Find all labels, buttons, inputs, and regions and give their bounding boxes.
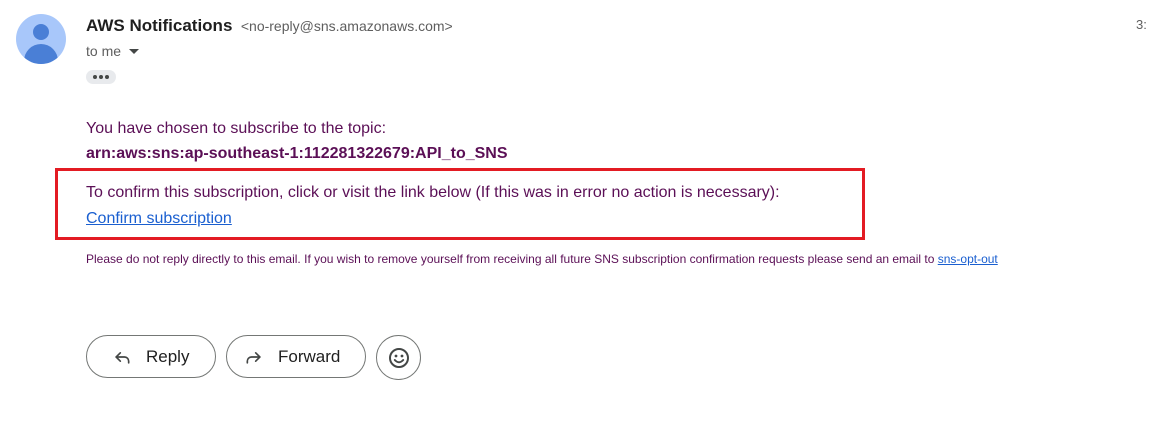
caret-down-icon[interactable] (129, 49, 140, 54)
confirm-instructions: To confirm this subscription, click or v… (86, 184, 780, 201)
highlight-box (55, 168, 865, 240)
dot (105, 75, 109, 79)
sender-name[interactable]: AWS Notifications (86, 16, 232, 35)
sender-email: <no-reply@sns.amazonaws.com> (240, 18, 453, 34)
confirm-subscription-link[interactable]: Confirm subscription (86, 209, 232, 229)
dot (93, 75, 97, 79)
more-horizontal-icon[interactable] (86, 70, 116, 84)
recipient-label: to me (86, 43, 122, 59)
forward-arrow-icon (246, 351, 261, 364)
footer-text: Please do not reply directly to this ema… (86, 252, 938, 266)
sns-opt-out-link[interactable]: sns-opt-out (938, 252, 998, 266)
message-time: 3: (1136, 17, 1147, 32)
reply-label: Reply (146, 346, 190, 366)
reply-button[interactable]: Reply (86, 335, 216, 378)
subscribe-intro-text: You have chosen to subscribe to the topi… (86, 120, 387, 137)
avatar-body (24, 44, 58, 64)
footer-note: Please do not reply directly to this ema… (86, 250, 998, 268)
sender-line: AWS Notifications <no-reply@sns.amazonaw… (86, 14, 453, 38)
avatar-head (33, 24, 49, 40)
email-view: AWS Notifications <no-reply@sns.amazonaw… (0, 0, 1150, 421)
topic-arn: arn:aws:sns:ap-southeast-1:112281322679:… (86, 145, 508, 162)
emoji-smile-icon (388, 347, 409, 368)
forward-button[interactable]: Forward (226, 335, 366, 378)
recipient-details-toggle[interactable]: to me (86, 41, 140, 61)
dot (99, 75, 103, 79)
reply-arrow-icon (115, 351, 130, 364)
sender-avatar-icon[interactable] (16, 14, 66, 64)
emoji-reaction-button[interactable] (376, 335, 421, 380)
forward-label: Forward (278, 346, 341, 366)
